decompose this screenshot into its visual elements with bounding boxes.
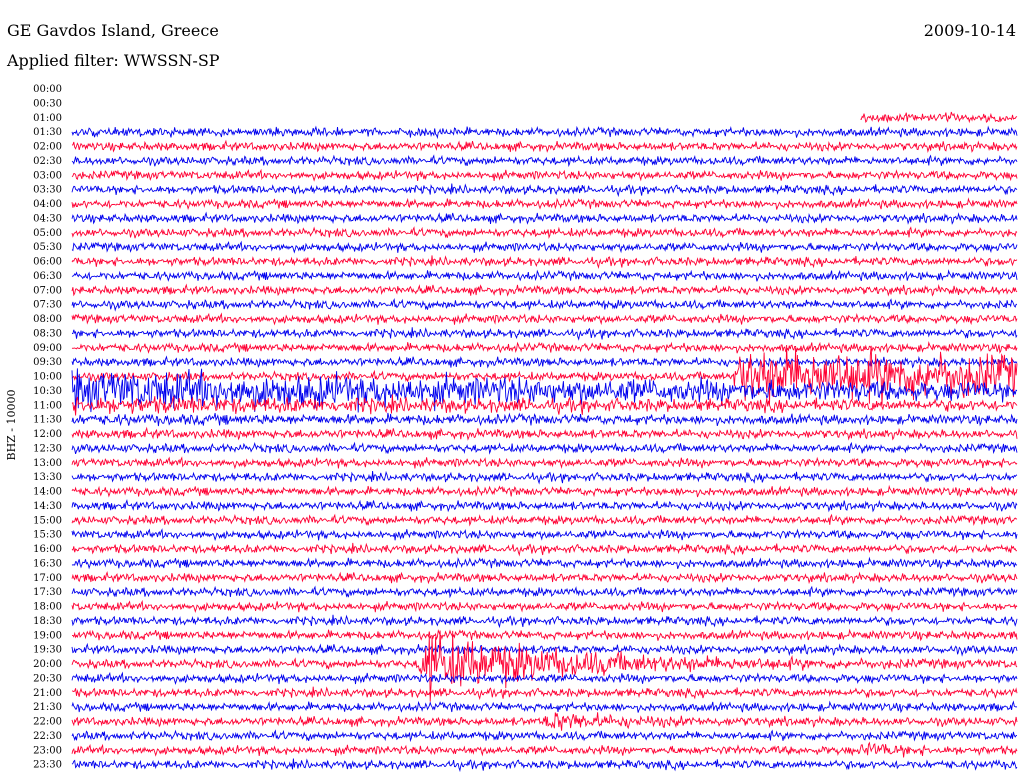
tick-label: 19:30 <box>33 645 62 656</box>
tick-label: 01:30 <box>33 127 62 138</box>
seismogram-plot: GE Gavdos Island, Greece 2009-10-14 Appl… <box>0 0 1024 780</box>
tick-label: 03:30 <box>33 185 62 196</box>
tick-label: 22:30 <box>33 731 62 742</box>
tick-label: 20:00 <box>33 659 62 670</box>
tick-label: 06:30 <box>33 271 62 282</box>
tick-label: 09:30 <box>33 357 62 368</box>
tick-label: 02:00 <box>33 142 62 153</box>
tick-label: 10:30 <box>33 386 62 397</box>
tick-label: 14:00 <box>33 487 62 498</box>
tick-label: 04:00 <box>33 199 62 210</box>
tick-label: 05:00 <box>33 228 62 239</box>
tick-label: 03:00 <box>33 170 62 181</box>
tick-label: 18:00 <box>33 602 62 613</box>
tick-label: 18:30 <box>33 616 62 627</box>
tick-label: 11:30 <box>33 415 62 426</box>
y-axis-title: BHZ - 10000 <box>5 389 18 460</box>
date-label: 2009-10-14 <box>924 21 1016 40</box>
tick-label: 08:30 <box>33 328 62 339</box>
tick-label: 09:00 <box>33 343 62 354</box>
tick-label: 12:30 <box>33 443 62 454</box>
tick-label: 00:30 <box>33 98 62 109</box>
tick-label: 07:00 <box>33 285 62 296</box>
tick-label: 01:00 <box>33 113 62 124</box>
filter-label: Applied filter: WWSSN-SP <box>6 51 220 70</box>
tick-label: 14:30 <box>33 501 62 512</box>
tick-label: 06:00 <box>33 257 62 268</box>
tick-label: 15:30 <box>33 530 62 541</box>
y-axis-title-wrap: BHZ - 10000 <box>5 389 18 460</box>
tick-label: 22:00 <box>33 717 62 728</box>
tick-label: 04:30 <box>33 213 62 224</box>
tick-label: 23:30 <box>33 760 62 771</box>
tick-label: 20:30 <box>33 673 62 684</box>
tick-label: 02:30 <box>33 156 62 167</box>
tick-label: 21:30 <box>33 702 62 713</box>
tick-label: 12:00 <box>33 429 62 440</box>
tick-label: 13:00 <box>33 458 62 469</box>
tick-label: 08:00 <box>33 314 62 325</box>
tick-label: 23:00 <box>33 745 62 756</box>
tick-label: 11:00 <box>33 400 62 411</box>
tick-label: 07:30 <box>33 300 62 311</box>
tick-label: 16:00 <box>33 544 62 555</box>
tick-label: 13:30 <box>33 472 62 483</box>
station-title: GE Gavdos Island, Greece <box>7 21 219 40</box>
tick-label: 10:00 <box>33 372 62 383</box>
tick-label: 15:00 <box>33 515 62 526</box>
tick-label: 21:00 <box>33 688 62 699</box>
tick-label: 05:30 <box>33 242 62 253</box>
tick-label: 17:00 <box>33 573 62 584</box>
tick-label: 16:30 <box>33 558 62 569</box>
tick-label: 17:30 <box>33 587 62 598</box>
tick-label: 19:00 <box>33 630 62 641</box>
tick-label: 00:00 <box>33 84 62 95</box>
